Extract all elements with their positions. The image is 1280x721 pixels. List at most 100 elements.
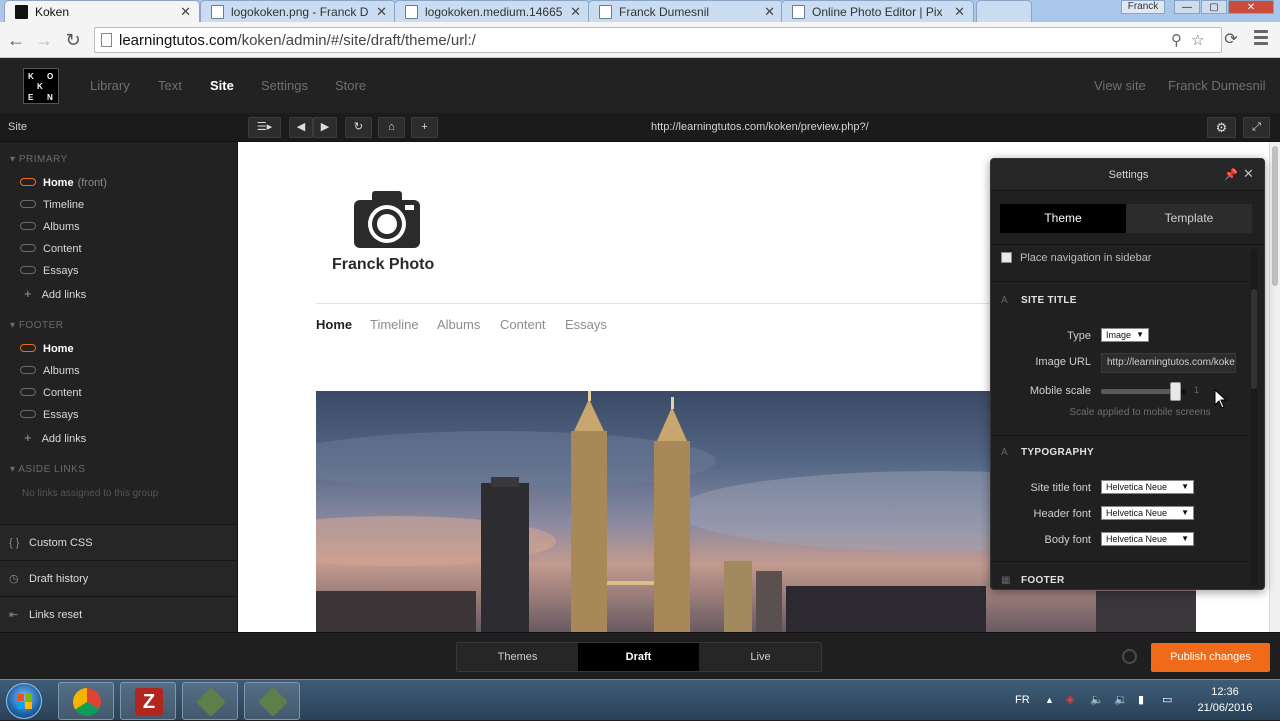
preview-nav-content[interactable]: Content — [500, 317, 546, 332]
panel-scrollbar-thumb[interactable] — [1251, 289, 1257, 389]
pin-extension-icon[interactable]: ⚲ — [1171, 31, 1182, 49]
preview-scrollbar[interactable] — [1269, 142, 1280, 632]
bookmark-star-icon[interactable]: ☆ — [1191, 31, 1204, 49]
back-arrow-icon[interactable]: ← — [4, 28, 28, 52]
close-tab-icon[interactable]: ✕ — [570, 1, 581, 22]
camera-logo-icon[interactable] — [352, 188, 422, 250]
address-bar[interactable]: learningtutos.com/koken/admin/#/site/dra… — [94, 27, 1222, 53]
links-reset-button[interactable]: ⇤ Links reset — [0, 596, 237, 632]
browser-tab-logokoken[interactable]: logokoken.png - Franck D ✕ — [200, 0, 396, 22]
group-heading-aside[interactable]: ▾ ASIDE LINKS — [10, 464, 85, 475]
panel-scrollbar[interactable] — [1251, 249, 1257, 585]
new-tab-button[interactable] — [976, 0, 1032, 22]
taskbar-chrome[interactable] — [58, 682, 114, 720]
header-font-select[interactable]: Helvetica Neue ▼ — [1101, 506, 1194, 520]
sidebar-item-primary-albums[interactable]: Albums — [20, 220, 80, 234]
body-font-select[interactable]: Helvetica Neue ▼ — [1101, 532, 1194, 546]
preview-nav-timeline[interactable]: Timeline — [370, 317, 419, 332]
preview-nav-albums[interactable]: Albums — [437, 317, 480, 332]
sidebar-item-primary-home[interactable]: Home (front) — [20, 176, 107, 190]
sidebar-item-footer-home[interactable]: Home — [20, 342, 74, 356]
taskbar-app-4[interactable] — [244, 682, 300, 720]
browser-tab-logokoken-medium[interactable]: logokoken.medium.14665 ✕ — [394, 0, 590, 22]
mode-draft[interactable]: Draft — [578, 643, 699, 671]
add-links-footer[interactable]: + Add links — [24, 430, 86, 445]
slider-handle[interactable] — [1169, 382, 1181, 401]
type-select[interactable]: Image ▼ — [1101, 328, 1149, 342]
preview-nav-home[interactable]: Home — [316, 317, 352, 332]
start-button[interactable] — [6, 683, 42, 719]
taskbar-filezilla[interactable]: Z — [120, 682, 176, 720]
site-title-font-select[interactable]: Helvetica Neue ▼ — [1101, 480, 1194, 494]
sidebar-item-primary-essays[interactable]: Essays — [20, 264, 78, 278]
power-tray-icon[interactable]: ▮ — [1138, 680, 1144, 721]
section-typography[interactable]: A TYPOGRAPHY — [1001, 447, 1094, 458]
browser-tab-koken[interactable]: Koken ✕ — [4, 0, 200, 22]
custom-css-button[interactable]: { } Custom CSS — [0, 524, 237, 560]
nav-text[interactable]: Text — [158, 58, 182, 113]
speaker-muted-tray-icon[interactable]: 🔉 — [1114, 680, 1128, 721]
view-site-link[interactable]: View site — [1094, 58, 1146, 113]
sidebar-nav-checkbox[interactable] — [1001, 252, 1012, 263]
mode-live[interactable]: Live — [700, 643, 821, 671]
add-page-button[interactable]: + — [411, 117, 438, 138]
nav-settings[interactable]: Settings — [261, 58, 308, 113]
koken-logo[interactable]: K O K E N — [23, 68, 59, 104]
browser-profile-badge[interactable]: Franck — [1121, 0, 1165, 14]
page-info-icon[interactable] — [101, 33, 112, 47]
close-tab-icon[interactable]: ✕ — [180, 1, 191, 22]
close-tab-icon[interactable]: ✕ — [764, 1, 775, 22]
sidebar-item-footer-albums[interactable]: Albums — [20, 364, 80, 378]
group-heading-footer[interactable]: ▾ FOOTER — [10, 320, 63, 331]
section-site-title[interactable]: A SITE TITLE — [1001, 295, 1077, 306]
sidebar-item-footer-essays[interactable]: Essays — [20, 408, 78, 422]
tab-template[interactable]: Template — [1126, 204, 1252, 233]
maximize-window-icon[interactable]: ▢ — [1201, 0, 1227, 14]
sidebar-nav-checkbox-label[interactable]: Place navigation in sidebar — [1020, 252, 1151, 264]
taskbar-app-3[interactable] — [182, 682, 238, 720]
volume-tray-icon[interactable]: 🔈 — [1090, 680, 1104, 721]
tray-expand-icon[interactable]: ▲ — [1045, 680, 1054, 721]
fullscreen-button[interactable]: ⤢ — [1243, 117, 1270, 138]
forward-arrow-icon[interactable]: → — [32, 28, 56, 52]
extension-icon[interactable]: ⟳ — [1219, 28, 1243, 52]
browser-tab-pixlr[interactable]: Online Photo Editor | Pix ✕ — [781, 0, 974, 22]
browser-menu-icon[interactable] — [1254, 30, 1268, 48]
close-tab-icon[interactable]: ✕ — [376, 1, 387, 22]
antivirus-tray-icon[interactable]: ◈ — [1066, 680, 1074, 721]
network-tray-icon[interactable]: ▭ — [1162, 680, 1172, 721]
tab-theme[interactable]: Theme — [1000, 204, 1126, 233]
browser-tab-franck-dumesnil[interactable]: Franck Dumesnil ✕ — [588, 0, 784, 22]
preview-refresh-button[interactable]: ↻ — [345, 117, 372, 138]
nav-site[interactable]: Site — [210, 58, 234, 113]
nav-store[interactable]: Store — [335, 58, 366, 113]
minimize-window-icon[interactable]: — — [1174, 0, 1200, 14]
pin-icon[interactable]: 📌 — [1224, 168, 1238, 181]
close-icon[interactable]: ✕ — [1243, 166, 1254, 182]
preview-url[interactable]: http://learningtutos.com/koken/preview.p… — [651, 113, 869, 142]
preview-nav-essays[interactable]: Essays — [565, 317, 607, 332]
reload-icon[interactable]: ↻ — [61, 28, 85, 52]
preview-home-button[interactable]: ⌂ — [378, 117, 405, 138]
add-links-primary[interactable]: + Add links — [24, 286, 86, 301]
taskbar-clock[interactable]: 12:36 21/06/2016 — [1192, 684, 1258, 716]
draft-history-button[interactable]: ◷ Draft history — [0, 560, 237, 596]
address-url[interactable]: learningtutos.com/koken/admin/#/site/dra… — [119, 28, 476, 53]
toggle-sidebar-button[interactable]: ☰▸ — [248, 117, 281, 138]
language-indicator[interactable]: FR — [1015, 680, 1030, 721]
preview-forward-button[interactable]: ▶ — [313, 117, 337, 138]
publish-changes-button[interactable]: Publish changes — [1151, 643, 1270, 672]
settings-button[interactable]: ⚙ — [1207, 117, 1236, 138]
scrollbar-thumb[interactable] — [1272, 146, 1278, 286]
preview-back-button[interactable]: ◀ — [289, 117, 313, 138]
nav-library[interactable]: Library — [90, 58, 130, 113]
sidebar-item-primary-timeline[interactable]: Timeline — [20, 198, 84, 212]
sidebar-item-primary-content[interactable]: Content — [20, 242, 82, 256]
mobile-scale-slider[interactable] — [1101, 382, 1186, 401]
site-brand-title[interactable]: Franck Photo — [332, 256, 434, 274]
section-footer[interactable]: ▦ FOOTER — [1001, 575, 1064, 586]
sidebar-item-footer-content[interactable]: Content — [20, 386, 82, 400]
user-menu-link[interactable]: Franck Dumesnil — [1168, 58, 1266, 113]
close-window-icon[interactable]: ✕ — [1228, 0, 1274, 14]
group-heading-primary[interactable]: ▾ PRIMARY — [10, 154, 68, 165]
